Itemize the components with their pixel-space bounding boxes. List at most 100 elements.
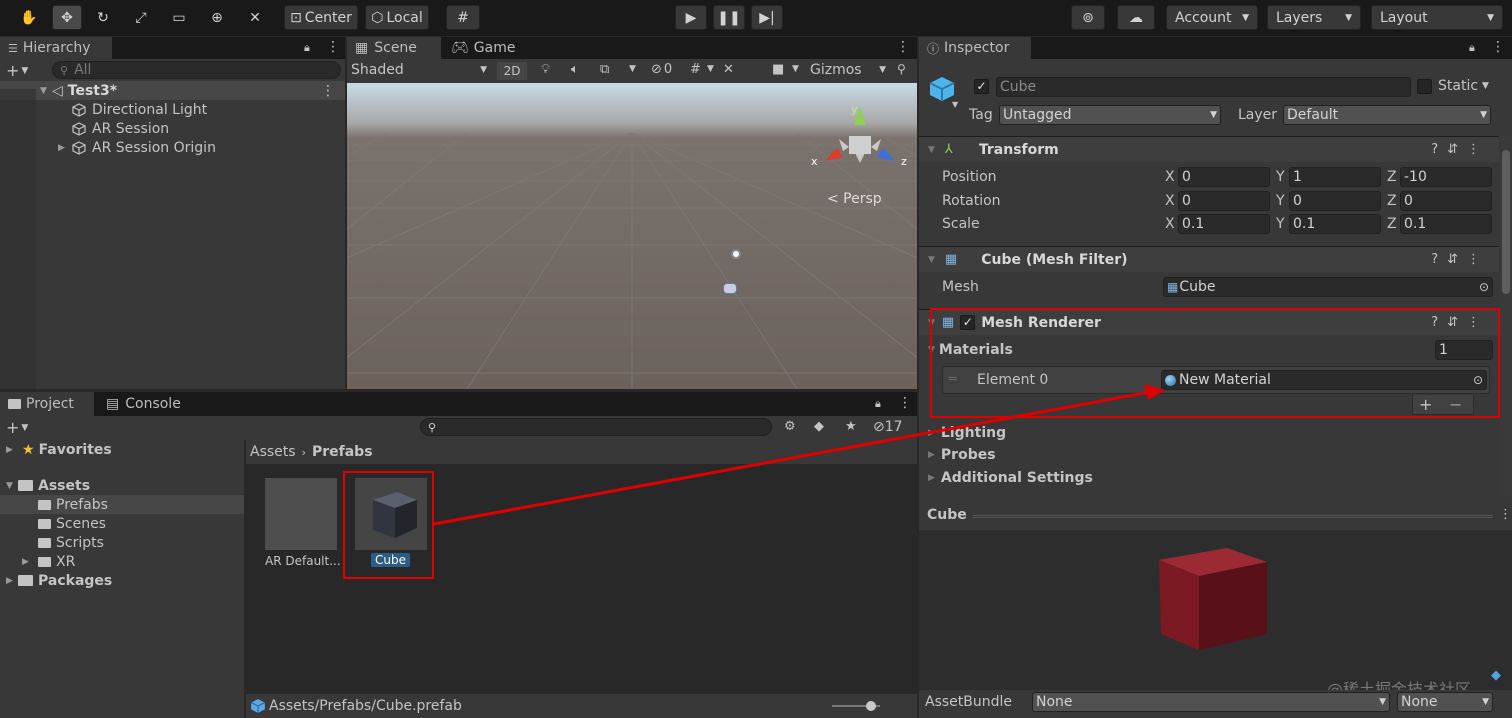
pivot-center-button[interactable]: ⊡ Center	[284, 5, 358, 30]
move-tool-icon[interactable]: ✥	[52, 5, 82, 30]
tab-game[interactable]: 🎮︎ Game	[443, 37, 523, 59]
camera-gizmo-icon[interactable]	[723, 283, 737, 294]
chevron-down-icon[interactable]: ▼	[629, 64, 636, 74]
tab-inspector[interactable]: ⓘ Inspector	[919, 37, 1031, 59]
scrollbar-thumb[interactable]	[1502, 150, 1510, 294]
account-dropdown[interactable]: Account ▼	[1166, 5, 1258, 30]
layer-dropdown[interactable]: Default ▼	[1283, 105, 1491, 125]
mesh-filter-header[interactable]: ▼ ▦ Cube (Mesh Filter) ?⇵⋮	[919, 246, 1499, 272]
zoom-slider-handle[interactable]	[866, 701, 876, 711]
assetbundle-variant-dropdown[interactable]: None ▼	[1397, 692, 1493, 712]
transform-header[interactable]: ▼ ⅄ Transform ?⇵⋮	[919, 136, 1499, 162]
position-x-input[interactable]: 0	[1178, 167, 1270, 187]
more-options-icon[interactable]: ⋮	[896, 39, 910, 55]
rotate-tool-icon[interactable]: ↻	[88, 5, 118, 30]
favorites-row[interactable]: ▶ ★ Favorites	[0, 440, 244, 459]
chevron-down-icon[interactable]: ▼	[952, 100, 958, 109]
pause-button[interactable]: ❚❚	[713, 5, 745, 30]
more-options-icon[interactable]: ⋮	[1491, 39, 1505, 55]
lighting-icon[interactable]: 💡︎	[541, 62, 550, 77]
rotation-x-input[interactable]: 0	[1178, 191, 1270, 211]
component-header-icons[interactable]: ?⇵⋮	[1431, 142, 1489, 157]
lock-icon[interactable]: 🔒︎	[1469, 41, 1475, 55]
scene-row[interactable]: ▼ ◁ Test3* ⋮	[0, 81, 345, 100]
scale-tool-icon[interactable]: ⤢	[126, 5, 156, 30]
create-button[interactable]: + ▼	[6, 418, 28, 437]
rotation-y-input[interactable]: 0	[1289, 191, 1381, 211]
audio-icon[interactable]: 🔈︎	[571, 62, 579, 77]
collab-icon[interactable]: ⊚	[1071, 5, 1105, 30]
more-options-icon[interactable]: ⋮	[1499, 507, 1512, 522]
light-gizmo-icon[interactable]	[731, 249, 741, 259]
label-tag-icon[interactable]: ◆	[814, 419, 824, 434]
lock-icon[interactable]: 🔒︎	[875, 397, 881, 411]
probes-foldout[interactable]: ▶ Probes	[928, 447, 996, 463]
static-dropdown[interactable]: Static ▼	[1438, 78, 1489, 94]
create-button[interactable]: + ▼	[6, 61, 28, 80]
folder-item[interactable]: ▶ XR	[0, 552, 244, 571]
active-checkbox[interactable]: ✓	[974, 79, 989, 94]
list-item[interactable]: ▶ AR Session Origin	[0, 138, 345, 157]
assets-row[interactable]: ▼ Assets	[0, 476, 244, 495]
component-header-icons[interactable]: ?⇵⋮	[1431, 252, 1489, 267]
tab-project[interactable]: Project	[0, 392, 94, 416]
static-checkbox[interactable]	[1417, 79, 1432, 94]
transform-tool-icon[interactable]: ⊕	[202, 5, 232, 30]
custom-tool-icon[interactable]: ✕	[240, 5, 270, 30]
scale-y-input[interactable]: 0.1	[1289, 214, 1381, 234]
filter-type-icon[interactable]: ⚙	[784, 419, 796, 434]
search-icon[interactable]: ⚲	[897, 62, 906, 76]
assetbundle-dropdown[interactable]: None ▼	[1032, 692, 1390, 712]
list-item[interactable]: Directional Light	[0, 100, 345, 119]
rotation-z-input[interactable]: 0	[1400, 191, 1492, 211]
position-z-input[interactable]: -10	[1400, 167, 1492, 187]
folder-item[interactable]: Scenes	[0, 514, 244, 533]
cloud-icon[interactable]: ☁	[1117, 5, 1155, 30]
hand-tool-icon[interactable]: ✋	[14, 5, 44, 30]
chevron-down-icon[interactable]: ▼	[792, 64, 799, 74]
object-name-input[interactable]: Cube	[996, 77, 1411, 97]
scene-viewport[interactable]: y x z < Persp	[347, 83, 917, 389]
drag-handle[interactable]	[973, 515, 1493, 518]
inspector-scrollbar[interactable]	[1500, 136, 1512, 496]
grid-snap-icon[interactable]: #	[446, 5, 480, 30]
preview-header[interactable]: Cube ⋮	[919, 500, 1512, 530]
tab-console[interactable]: ▤ Console	[98, 392, 198, 416]
perspective-label[interactable]: < Persp	[827, 191, 882, 207]
packages-row[interactable]: ▶ Packages	[0, 571, 244, 590]
layers-dropdown[interactable]: Layers ▼	[1267, 5, 1361, 30]
more-options-icon[interactable]: ⋮	[321, 83, 335, 99]
grid-icon[interactable]: #	[690, 62, 701, 77]
chevron-down-icon[interactable]: ▼	[707, 64, 714, 74]
tag-dropdown[interactable]: Untagged ▼	[999, 105, 1221, 125]
cube-preview[interactable]	[1145, 542, 1275, 662]
material-thumbnail[interactable]	[265, 478, 337, 550]
tools-icon[interactable]: ✕	[723, 62, 734, 77]
list-item[interactable]: AR Session	[0, 119, 345, 138]
position-y-input[interactable]: 1	[1289, 167, 1381, 187]
hidden-objects-toggle[interactable]: ⊘ 0	[651, 62, 672, 77]
hierarchy-search-input[interactable]: ⚲ All	[52, 61, 341, 79]
additional-settings-foldout[interactable]: ▶ Additional Settings	[928, 470, 1093, 486]
lock-icon[interactable]: 🔒︎	[304, 41, 310, 55]
object-picker-icon[interactable]: ⊙	[1479, 280, 1489, 294]
hidden-packages-toggle[interactable]: ⊘ 17	[873, 419, 903, 435]
mesh-object-field[interactable]: ▦ Cube ⊙	[1163, 277, 1493, 297]
pivot-local-button[interactable]: ⬡ Local	[365, 5, 429, 30]
scale-z-input[interactable]: 0.1	[1400, 214, 1492, 234]
play-button[interactable]: ▶	[675, 5, 707, 30]
lighting-foldout[interactable]: ▶ Lighting	[928, 425, 1006, 441]
tab-scene[interactable]: ▦ Scene	[347, 37, 441, 59]
more-options-icon[interactable]: ⋮	[326, 39, 340, 55]
expand-icon[interactable]: ▶	[58, 143, 72, 153]
scale-x-input[interactable]: 0.1	[1178, 214, 1270, 234]
step-button[interactable]: ▶|	[751, 5, 783, 30]
camera-icon[interactable]: ■	[772, 62, 784, 77]
more-options-icon[interactable]: ⋮	[898, 395, 912, 411]
folder-item[interactable]: Prefabs	[0, 495, 244, 514]
project-search-input[interactable]: ⚲	[420, 418, 772, 436]
favorite-star-icon[interactable]: ★	[845, 419, 857, 434]
folder-item[interactable]: Scripts	[0, 533, 244, 552]
shading-mode-dropdown[interactable]: Shaded ▼	[351, 62, 487, 78]
layout-dropdown[interactable]: Layout ▼	[1371, 5, 1503, 30]
